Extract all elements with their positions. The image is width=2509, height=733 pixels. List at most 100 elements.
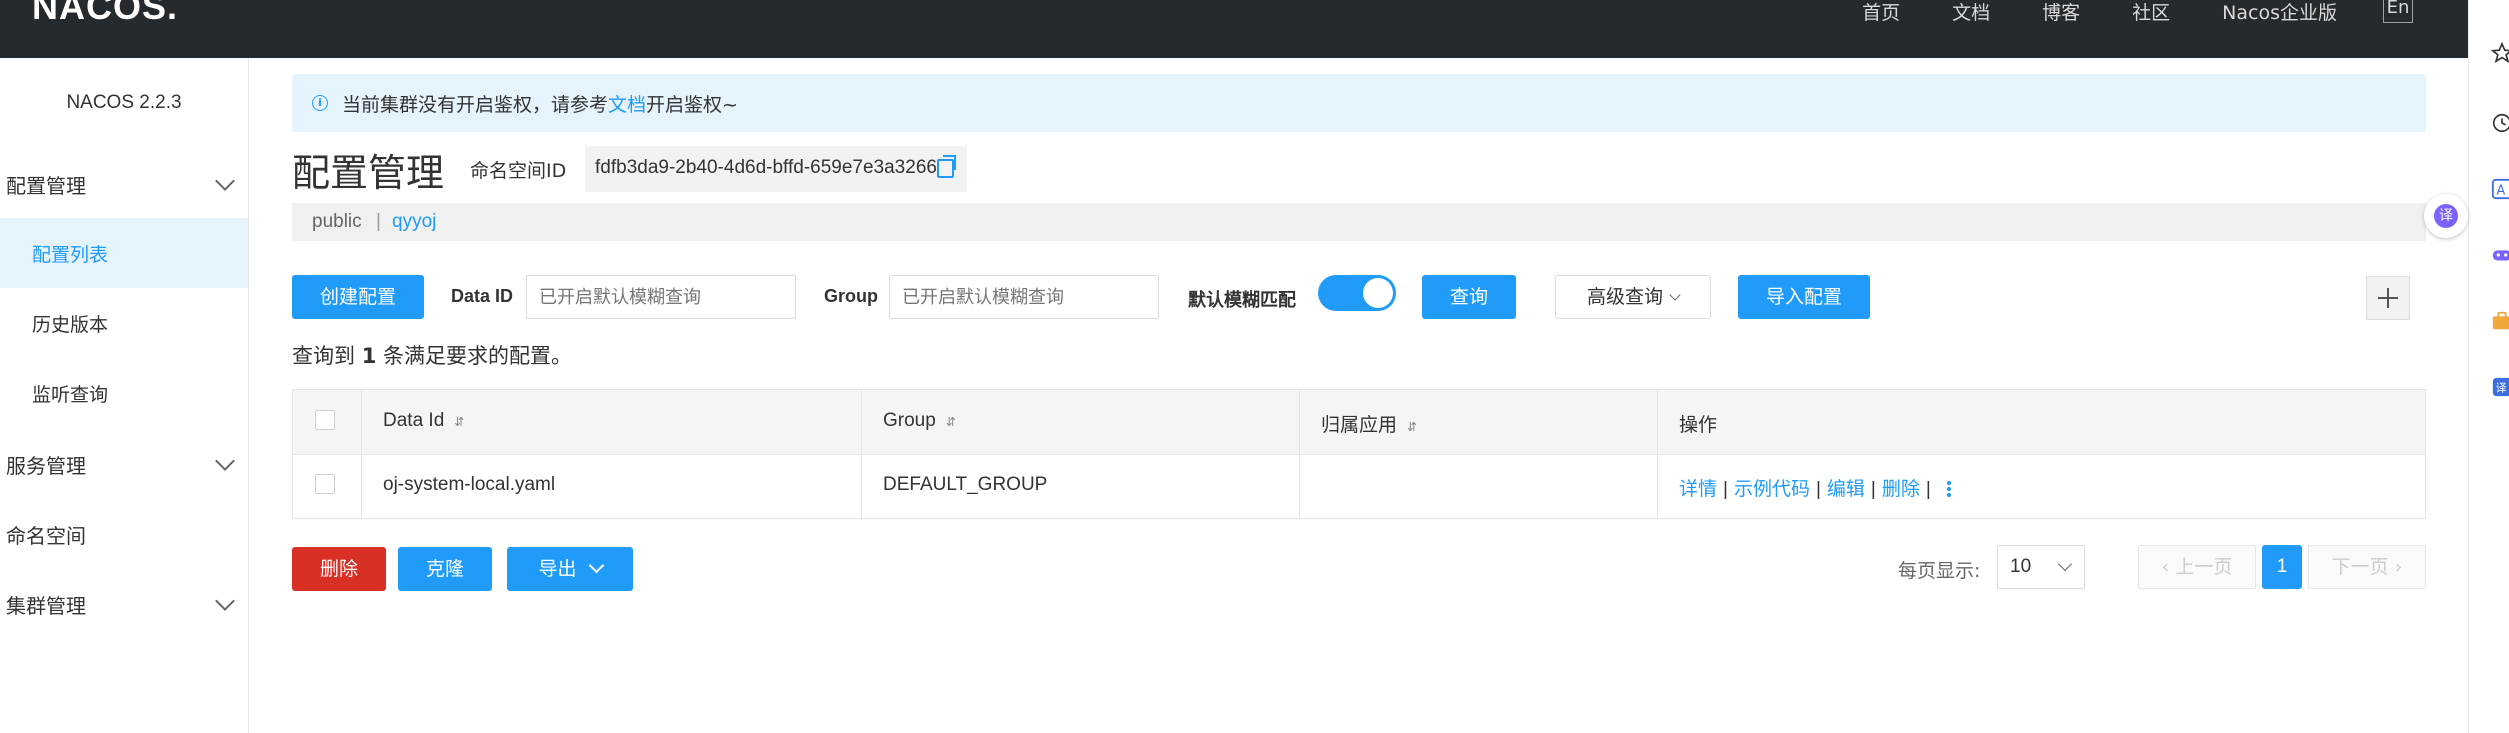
gamepad-icon[interactable]: [2491, 244, 2509, 266]
nav-blog[interactable]: 博客: [2042, 0, 2080, 26]
clone-button[interactable]: 克隆: [398, 547, 492, 591]
chevron-right-icon: ›: [2394, 556, 2403, 578]
sidebar-group-label: 配置管理: [6, 174, 86, 198]
translate-icon[interactable]: A: [2491, 178, 2509, 200]
header-label: Group: [883, 410, 936, 431]
next-page-button[interactable]: 下一页 ›: [2308, 545, 2426, 589]
toggle-knob: [1363, 278, 1393, 308]
column-divider: [361, 390, 362, 518]
select-all-checkbox[interactable]: [315, 410, 335, 430]
chevron-down-icon: [215, 171, 235, 191]
notice-text-after: 开启鉴权~: [646, 94, 738, 116]
translate-app-icon[interactable]: 译: [2491, 376, 2509, 398]
svg-text:译: 译: [2496, 382, 2507, 395]
namespace-id-value: fdfb3da9-2b40-4d6d-bffd-659e7e3a3266: [595, 157, 937, 178]
fuzzy-match-toggle[interactable]: [1318, 275, 1396, 311]
edit-link[interactable]: 编辑: [1827, 479, 1865, 500]
version-label: NACOS 2.2.3: [66, 92, 182, 113]
result-summary: 查询到 1 条满足要求的配置。: [292, 340, 572, 370]
detail-link[interactable]: 详情: [1679, 479, 1717, 500]
sidebar-group-label: 服务管理: [6, 454, 86, 478]
more-vertical-icon[interactable]: [1946, 480, 1951, 498]
sidebar-item-history[interactable]: 历史版本: [0, 288, 248, 358]
column-divider: [861, 390, 862, 518]
sample-code-link[interactable]: 示例代码: [1734, 479, 1810, 500]
header-label: Data Id: [383, 410, 445, 431]
batch-delete-button[interactable]: 删除: [292, 547, 386, 591]
query-button[interactable]: 查询: [1422, 275, 1516, 319]
floating-translate-button[interactable]: 译: [2424, 194, 2468, 238]
top-nav: 首页 文档 博客 社区 Nacos企业版 En: [1810, 0, 2413, 26]
language-toggle-button[interactable]: En: [2383, 0, 2413, 23]
advanced-query-label: 高级查询: [1586, 286, 1663, 308]
import-config-button[interactable]: 导入配置: [1738, 275, 1870, 319]
plus-icon[interactable]: [2366, 276, 2410, 320]
star-icon[interactable]: [2491, 42, 2509, 64]
column-header-group[interactable]: Group ⇵: [883, 410, 956, 432]
row-data-id: oj-system-local.yaml: [383, 474, 556, 495]
sidebar-group-cluster[interactable]: 集群管理: [6, 590, 242, 619]
prev-page-button[interactable]: ‹ 上一页: [2138, 545, 2256, 589]
chevron-down-icon: [215, 591, 235, 611]
page-size-select[interactable]: 10: [1997, 545, 2085, 589]
svg-text:A: A: [2497, 184, 2506, 199]
op-separator: |: [1870, 479, 1876, 500]
column-header-data-id[interactable]: Data Id ⇵: [383, 410, 464, 432]
page-number-current[interactable]: 1: [2262, 545, 2302, 589]
create-config-button[interactable]: 创建配置: [292, 275, 424, 319]
export-button[interactable]: 导出: [507, 547, 633, 591]
group-label: Group: [824, 286, 878, 306]
sidebar: NACOS 2.2.3 配置管理 配置列表 历史版本 监听查询 服务管理 命名空…: [0, 58, 249, 733]
nav-home[interactable]: 首页: [1862, 0, 1900, 26]
notice-docs-link[interactable]: 文档: [608, 94, 646, 116]
nav-enterprise[interactable]: Nacos企业版: [2222, 0, 2337, 26]
sidebar-group-label: 命名空间: [6, 524, 86, 548]
nav-community[interactable]: 社区: [2132, 0, 2170, 26]
fuzzy-match-label: 默认模糊匹配: [1188, 290, 1296, 310]
data-id-label: Data ID: [451, 286, 514, 306]
briefcase-icon[interactable]: [2491, 310, 2509, 332]
nav-docs[interactable]: 文档: [1952, 0, 1990, 26]
result-prefix: 查询到: [292, 344, 355, 368]
sort-icon[interactable]: ⇵: [1407, 420, 1417, 434]
next-page-label: 下一页: [2331, 556, 2389, 578]
export-label: 导出: [538, 558, 577, 580]
notice-text-before: 当前集群没有开启鉴权，请参考: [342, 94, 609, 116]
chevron-left-icon: ‹: [2161, 556, 2170, 578]
top-navbar: NACOS. 首页 文档 博客 社区 Nacos企业版 En: [0, 0, 2509, 58]
sidebar-item-config-list[interactable]: 配置列表: [0, 218, 248, 288]
sidebar-item-label: 监听查询: [32, 384, 109, 406]
sort-icon[interactable]: ⇵: [946, 415, 956, 429]
namespace-tab-public[interactable]: public: [312, 211, 362, 233]
sidebar-group-label: 集群管理: [6, 594, 86, 618]
namespace-tab-qyyoj[interactable]: qyyoj: [392, 211, 436, 233]
sidebar-item-label: 配置列表: [32, 244, 109, 266]
row-actions: 详情 | 示例代码 | 编辑 | 删除 |: [1679, 474, 1951, 501]
copy-icon[interactable]: [937, 155, 956, 178]
translate-icon: 译: [2434, 204, 2458, 228]
nacos-logo[interactable]: NACOS.: [32, 0, 178, 28]
advanced-query-button[interactable]: 高级查询: [1555, 275, 1711, 319]
data-id-input[interactable]: [526, 275, 796, 319]
column-header-app[interactable]: 归属应用 ⇵: [1321, 410, 1417, 437]
namespace-id-label: 命名空间ID: [470, 160, 567, 182]
op-separator: |: [1815, 479, 1821, 500]
row-checkbox[interactable]: [315, 474, 335, 494]
result-suffix: 条满足要求的配置。: [383, 344, 572, 368]
sidebar-item-label: 历史版本: [32, 314, 109, 336]
namespace-id-box: fdfb3da9-2b40-4d6d-bffd-659e7e3a3266: [585, 146, 967, 192]
page-size-value: 10: [2010, 556, 2032, 577]
sidebar-group-service[interactable]: 服务管理: [6, 450, 242, 479]
chevron-down-icon: [1669, 289, 1681, 301]
group-input[interactable]: [889, 275, 1159, 319]
history-icon[interactable]: [2491, 112, 2509, 134]
sidebar-item-listener[interactable]: 监听查询: [0, 358, 248, 428]
browser-side-toolbar: A 译: [2468, 0, 2509, 733]
header-label: 归属应用: [1321, 415, 1398, 436]
delete-link[interactable]: 删除: [1882, 479, 1920, 500]
sidebar-group-config[interactable]: 配置管理: [6, 170, 242, 199]
column-divider: [1657, 390, 1658, 518]
sidebar-item-namespace[interactable]: 命名空间: [6, 520, 242, 549]
prev-page-label: 上一页: [2175, 556, 2233, 578]
sort-icon[interactable]: ⇵: [454, 415, 464, 429]
